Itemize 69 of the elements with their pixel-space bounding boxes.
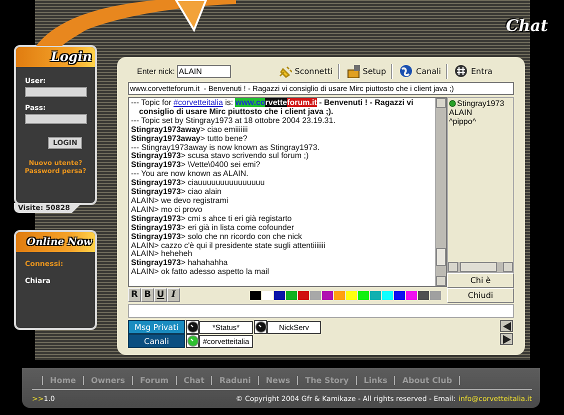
chat-message: Stingray1973> ciauuuuuuuuuuuuuuu [131,179,266,188]
format-button[interactable]: B [141,288,154,302]
color-swatch[interactable] [346,290,357,300]
chat-message: Stingray1973> scusa stavo scrivendo sul forum ;) [131,152,309,162]
chat-message: ALAIN> we devo registrami [131,196,230,206]
format-button[interactable]: R [128,288,141,302]
color-swatch[interactable] [370,290,381,300]
user-item[interactable]: ^pippo^ [449,117,512,126]
page-title: Chat [506,16,548,35]
chat-message: Stingray1973away> ciao emiiiiiii [131,126,249,134]
scrollbar[interactable] [435,98,446,286]
format-button[interactable]: I [167,288,180,302]
status-message: --- Topic set by Stingray1973 at 18 ottobre 2004 23.19.31. [131,116,336,125]
scrollbar[interactable] [448,262,513,272]
toolbar-button[interactable]: Canali [394,64,447,78]
chat-message: Stingray1973away> tutto bene? [131,134,248,143]
color-swatch[interactable] [394,290,405,300]
window-group-tab[interactable]: Msg Privati [128,320,185,334]
color-swatch[interactable] [406,290,417,300]
color-swatch[interactable] [274,290,285,300]
chat-message: ALAIN> ok fatto adesso aspetto la mail [131,268,270,278]
toolbar-button[interactable]: Sconnetti [272,64,339,78]
globe-icon [399,64,414,78]
channel-link[interactable]: #corvetteitalia [174,98,223,107]
color-swatch[interactable] [310,290,321,300]
color-swatch[interactable] [358,290,369,300]
status-message: --- You are now known as ALAIN. [131,170,250,179]
right-arrow-icon [502,334,510,344]
box-icon [346,64,360,78]
user-item[interactable]: ALAIN [449,108,512,117]
chat-message: Stingray1973> hahahahha [131,259,229,268]
toolbar-button[interactable]: Entra [448,64,498,78]
topic-message: --- Topic for #corvetteitalia is: www.corvetteforum.it - Benvenuti ! - Ragazzi vi consiglio di usare Mirc piuttosto che i client java ;). [131,99,414,116]
nick-label: Enter nick: [137,66,175,76]
right-arrow-button[interactable] [500,333,513,345]
left-arrow-button[interactable] [500,320,513,332]
chat-message: ALAIN> cazzo c'è qui il presidente state sugli attentiiiiiii [131,242,326,250]
chat-message: Stingray1973> solo che nn ricordo con che nick [131,232,303,241]
side-button[interactable]: Chi è [447,273,514,288]
chat-message: Stingray1973> eri già in lista come cofounder [131,224,295,232]
chat-message: ALAIN> mo ci provo [131,206,202,215]
left-arrow-icon [502,322,510,330]
chat-message: Stingray1973> ciao alain [131,188,223,197]
color-swatch[interactable] [250,290,261,300]
format-button[interactable]: U [154,288,167,302]
password-field[interactable] [25,114,87,124]
message-field[interactable] [128,304,514,318]
window-group-tab[interactable]: Canali [128,334,185,348]
nick-field[interactable]: ALAIN [176,64,231,78]
color-swatch[interactable] [334,290,345,300]
color-swatch[interactable] [322,290,333,300]
chat-message: Stingray1973> \Vette\0400 sei emi? [131,161,262,170]
toolbar-button[interactable]: Setup [340,64,392,78]
panel-title: Online Now [26,236,92,248]
color-swatch[interactable] [298,290,309,300]
hash-icon [454,64,468,78]
plug-icon [278,64,292,78]
status-message: --- Stingray1973away is now known as Stingray1973. [131,144,321,152]
user-field[interactable] [25,87,87,97]
panel-title: Login [50,50,92,64]
side-button[interactable]: Chiudi [447,288,514,303]
color-swatch[interactable] [382,290,393,300]
chat-message: ALAIN> heheheh [131,250,194,259]
color-swatch[interactable] [286,290,297,300]
color-swatch[interactable] [418,290,429,300]
color-swatch[interactable] [430,290,441,300]
chat-message: Stingray1973> cmi s ahce ti eri già registarto [131,214,292,223]
color-swatch[interactable] [262,290,273,300]
user-item[interactable]: Stingray1973 [449,99,512,108]
